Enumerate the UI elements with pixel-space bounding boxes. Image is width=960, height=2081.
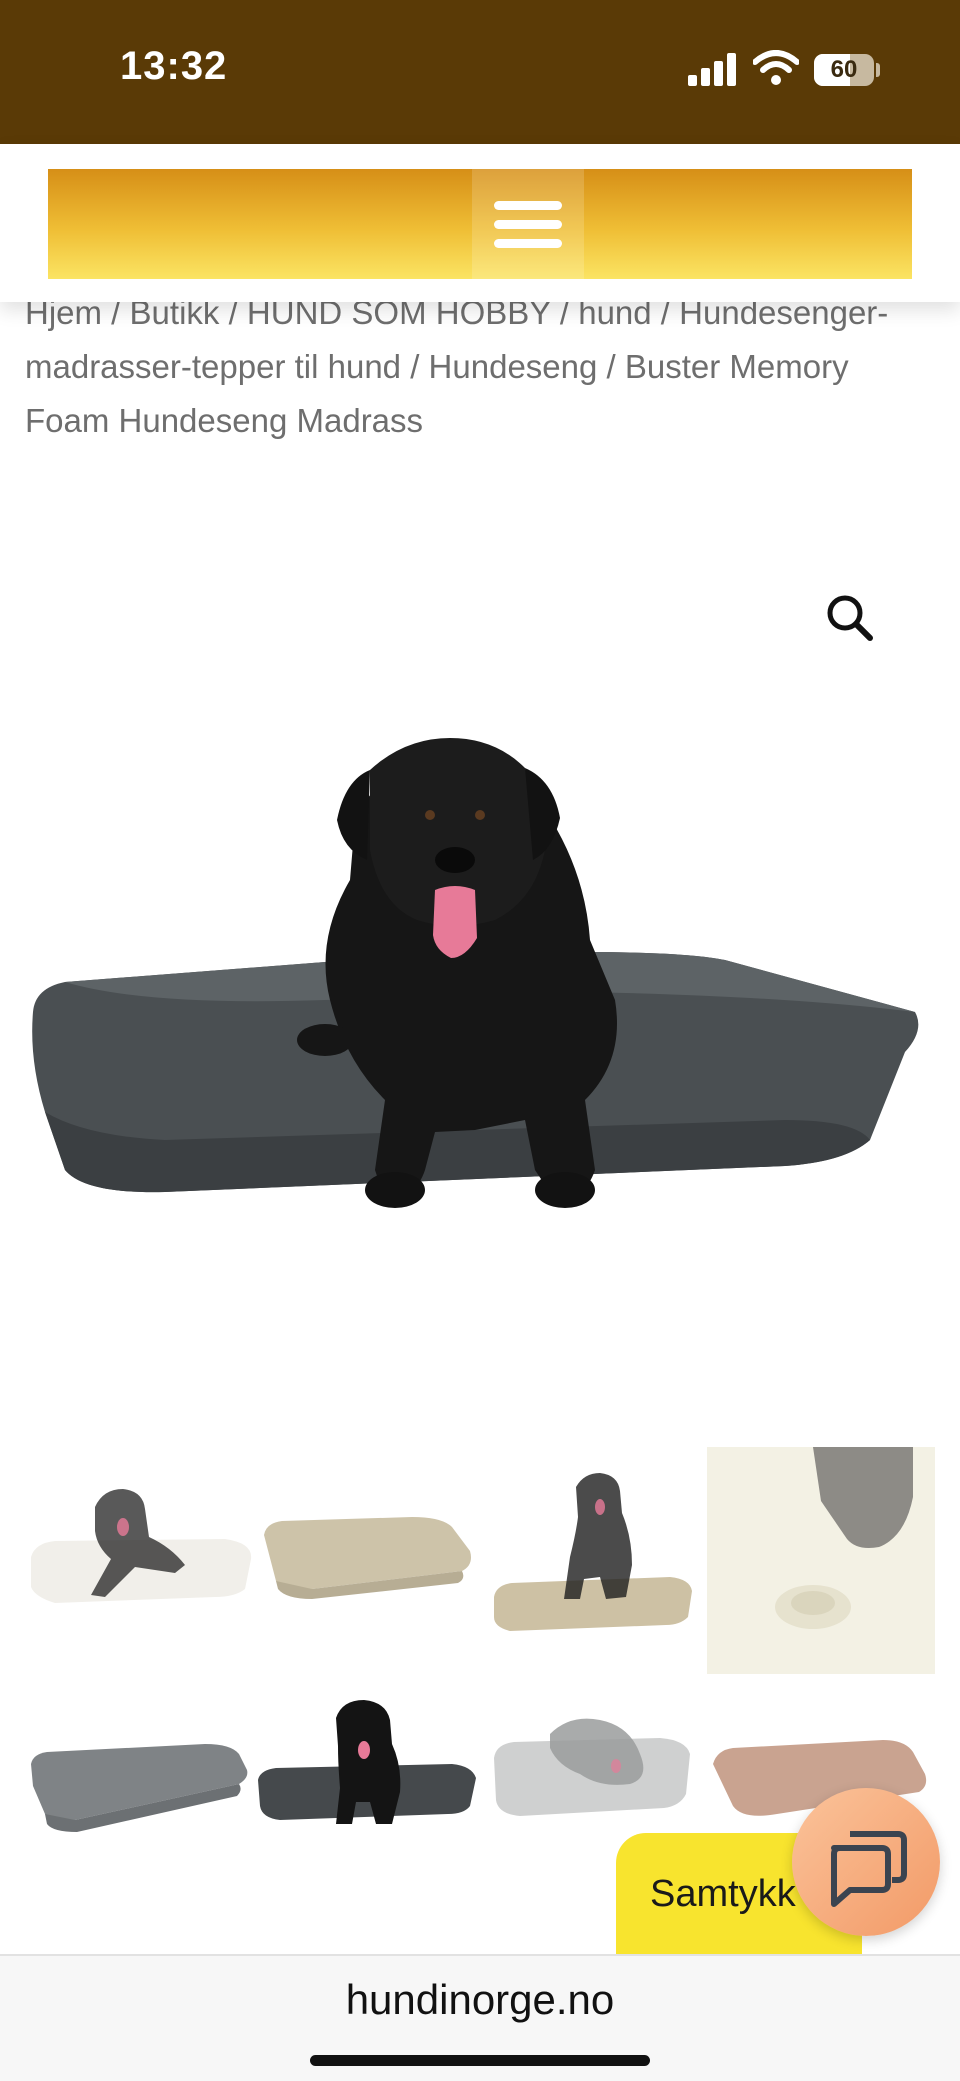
battery-tip	[876, 63, 880, 77]
status-bar: 13:32 60	[0, 0, 960, 144]
home-indicator[interactable]	[310, 2055, 650, 2066]
thumbnail-6[interactable]	[252, 1674, 480, 1902]
breadcrumb: Hjem / Butikk / HUND SOM HOBBY / hund / …	[25, 286, 930, 448]
header-bar	[48, 169, 912, 279]
url-text[interactable]: hundinorge.no	[0, 1976, 960, 2024]
thumbnail-1[interactable]	[25, 1447, 253, 1675]
breadcrumb-item-hundeseng[interactable]: Hundeseng	[429, 348, 598, 385]
hamburger-menu-icon[interactable]	[472, 169, 584, 279]
browser-url-bar[interactable]: hundinorge.no	[0, 1954, 960, 2081]
thumbnail-4[interactable]	[707, 1447, 935, 1675]
status-time: 13:32	[120, 44, 228, 88]
thumbnail-5[interactable]	[25, 1674, 253, 1902]
thumbnail-2[interactable]	[252, 1447, 480, 1675]
cellular-signal-icon	[688, 52, 738, 86]
product-main-image[interactable]	[25, 700, 935, 1300]
site-header	[0, 144, 960, 302]
chat-button[interactable]	[792, 1788, 940, 1936]
thumbnail-3[interactable]	[480, 1447, 708, 1675]
magnifier-icon[interactable]	[820, 588, 880, 648]
battery-icon: 60	[814, 54, 874, 86]
breadcrumb-separator: /	[597, 348, 625, 385]
consent-label: Samtykk	[650, 1873, 796, 1915]
breadcrumb-separator: /	[401, 348, 429, 385]
wifi-icon	[753, 50, 799, 85]
battery-percent: 60	[830, 56, 858, 83]
chat-bubbles-icon	[831, 1831, 907, 1907]
